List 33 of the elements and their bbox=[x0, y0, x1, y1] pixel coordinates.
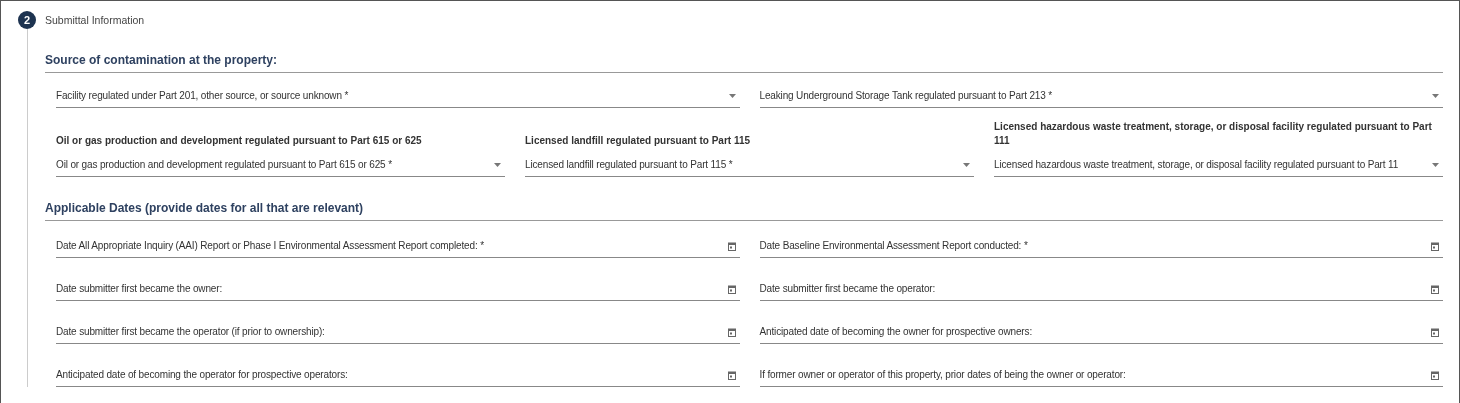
date-field[interactable]: Date submitter first became the owner: bbox=[56, 280, 740, 301]
field-label: Licensed landfill regulated pursuant to Part 115 bbox=[525, 134, 752, 148]
calendar-icon bbox=[727, 241, 736, 251]
calendar-icon bbox=[727, 370, 736, 380]
calendar-icon bbox=[727, 284, 736, 294]
date-field[interactable]: Date submitter first became the operator (if prior to ownership): bbox=[56, 323, 740, 344]
caret-icon bbox=[963, 163, 970, 167]
date-field[interactable]: Date submitter first became the operator: bbox=[759, 280, 1443, 301]
field-label: Licensed hazardous waste treatment, storage, or disposal facility regulated pursuant to Part 111 bbox=[994, 120, 1433, 148]
caret-icon bbox=[1432, 163, 1439, 167]
field-label: Oil or gas production and development regulated pursuant to Part 615 or 625 bbox=[56, 134, 423, 148]
dropdown-field[interactable]: Licensed hazardous waste treatment, storage, or disposal facility regulated pursuant to Part 11 bbox=[994, 156, 1443, 177]
date-field[interactable]: Anticipated date of becoming the owner for prospective owners: bbox=[759, 323, 1443, 344]
section-heading: Source of contamination at the property: bbox=[45, 53, 1443, 73]
date-field[interactable]: Date Baseline Environmental Assessment Report conducted: * bbox=[759, 237, 1443, 258]
calendar-icon bbox=[1431, 284, 1439, 294]
caret-icon bbox=[1432, 94, 1439, 98]
calendar-icon bbox=[1431, 370, 1439, 380]
dropdown-field[interactable]: Oil or gas production and development regulated pursuant to Part 615 or 625 * bbox=[56, 156, 505, 177]
date-field[interactable]: Date All Appropriate Inquiry (AAI) Report or Phase I Environmental Assessment Report completed: * bbox=[56, 237, 740, 258]
caret-icon bbox=[494, 163, 501, 167]
step-title: Submittal Information bbox=[45, 14, 145, 26]
date-field[interactable]: If former owner or operator of this property, prior dates of being the owner or operator: bbox=[759, 366, 1443, 387]
step-number-badge: 2 bbox=[18, 11, 36, 29]
calendar-icon bbox=[1431, 327, 1439, 337]
dropdown-field[interactable]: Facility regulated under Part 201, other source, or source unknown * bbox=[56, 87, 740, 108]
calendar-icon bbox=[727, 327, 736, 337]
section-heading: Applicable Dates (provide dates for all that are relevant) bbox=[45, 201, 1443, 221]
dropdown-field[interactable]: Leaking Underground Storage Tank regulated pursuant to Part 213 * bbox=[759, 87, 1443, 108]
calendar-icon bbox=[1431, 241, 1439, 251]
dropdown-field[interactable]: Licensed landfill regulated pursuant to Part 115 * bbox=[525, 156, 974, 177]
caret-icon bbox=[728, 94, 736, 98]
date-field[interactable]: Anticipated date of becoming the operator for prospective operators: bbox=[56, 366, 740, 387]
